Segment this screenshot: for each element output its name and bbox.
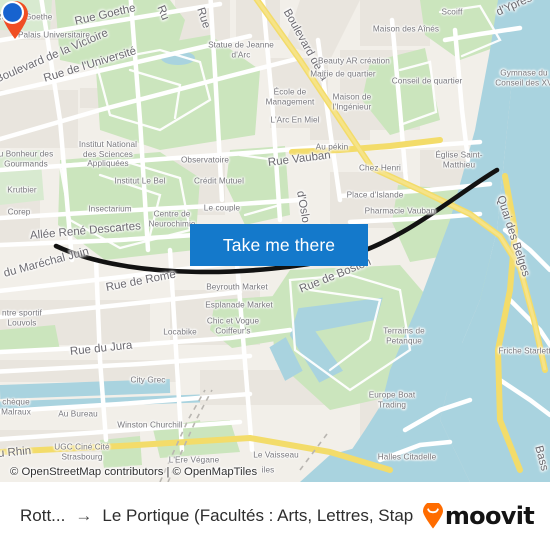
take-me-there-button[interactable]: Take me there [190, 224, 368, 266]
route-summary[interactable]: Rott... → Le Portique (Facultés : Arts, … [20, 506, 414, 526]
arrow-right-icon: → [75, 506, 93, 525]
moovit-map-screen: Rue Goethe Rue de l'Université Boulevard… [0, 0, 550, 550]
bottom-route-bar: Rott... → Le Portique (Facultés : Arts, … [0, 482, 550, 550]
map-canvas[interactable]: Rue Goethe Rue de l'Université Boulevard… [0, 0, 550, 482]
moovit-logo[interactable]: moovit [422, 502, 535, 530]
route-destination-label: Le Portique (Facultés : Arts, Lettres, S… [102, 506, 414, 525]
moovit-wordmark: moovit [444, 502, 535, 530]
destination-marker-circle[interactable] [0, 0, 25, 25]
map-attribution[interactable]: © OpenStreetMap contributors | © OpenMap… [0, 462, 550, 482]
route-origin-label: Rott... [20, 506, 66, 525]
moovit-pin-icon [422, 503, 443, 529]
